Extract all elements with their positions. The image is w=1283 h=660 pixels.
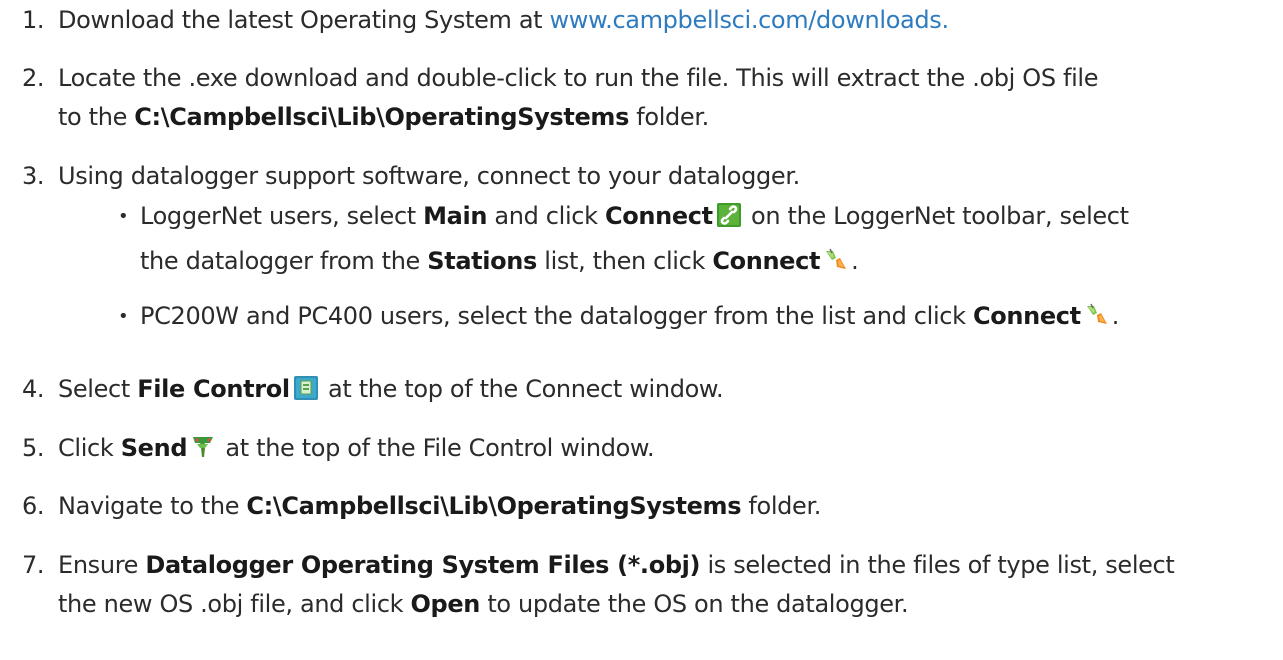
step-number: 4. xyxy=(22,375,45,403)
connect-label: Connect xyxy=(972,302,1081,330)
step-number: 3. xyxy=(22,162,45,190)
downloads-link[interactable]: www.campbellsci.com/downloads. xyxy=(550,6,950,34)
step-3-bullet-pc200w: • PC200W and PC400 users, select the data… xyxy=(118,294,1268,339)
step-number: 7. xyxy=(22,551,45,579)
folder-path: C:\Campbellsci\Lib\OperatingSystems xyxy=(134,103,630,131)
step-text: folder. xyxy=(741,492,822,520)
step-text: folder. xyxy=(629,103,709,131)
bullet-text: . xyxy=(851,247,859,275)
step-text: Select xyxy=(58,375,138,403)
step-text: Using datalogger support software, conne… xyxy=(58,162,800,190)
step-text: to the xyxy=(58,103,135,131)
step-text: Ensure xyxy=(58,551,146,579)
step-5: 5. Click Send at the top of the File Cont… xyxy=(22,429,1267,468)
step-text: the new OS .obj file, and click xyxy=(58,590,411,618)
step-text: Navigate to the xyxy=(58,492,247,520)
step-text: is selected in the files of type list, s… xyxy=(700,551,1175,579)
send-label: Send xyxy=(120,434,188,462)
step-continuation: to the C:\Campbellsci\Lib\OperatingSyste… xyxy=(22,98,1267,137)
send-icon xyxy=(191,435,215,459)
bullet-text: list, then click xyxy=(536,247,713,275)
bullet-icon: • xyxy=(118,306,129,327)
bullet-text: . xyxy=(1111,302,1120,330)
file-control-label: File Control xyxy=(137,375,290,403)
bullet-text: the datalogger from the xyxy=(140,247,428,275)
bullet-text: PC200W and PC400 users, select the datal… xyxy=(140,302,973,330)
step-3: 3. Using datalogger support software, con… xyxy=(22,157,1267,196)
bullet-continuation: the datalogger from the Stations list, t… xyxy=(118,239,1268,283)
open-label: Open xyxy=(410,590,481,618)
step-number: 2. xyxy=(22,64,45,92)
step-7: 7. Ensure Datalogger Operating System Fil… xyxy=(22,546,1267,624)
file-control-icon xyxy=(293,376,318,400)
bullet-text: on the LoggerNet toolbar, select xyxy=(743,202,1129,230)
menu-main: Main xyxy=(423,202,488,230)
step-text: to update the OS on the datalogger. xyxy=(480,590,909,618)
file-type-label: Datalogger Operating System Files (*.obj… xyxy=(145,551,701,579)
chain-link-icon xyxy=(716,203,741,227)
step-text: Click xyxy=(58,434,121,462)
stations-label: Stations xyxy=(427,247,537,275)
bullet-text: LoggerNet users, select xyxy=(140,202,424,230)
folder-path: C:\Campbellsci\Lib\OperatingSystems xyxy=(246,492,742,520)
step-1: 1. Download the latest Operating System a… xyxy=(22,1,1267,40)
step-continuation: the new OS .obj file, and click Open to … xyxy=(22,585,1267,624)
connect-plug-icon xyxy=(1085,303,1109,327)
step-4: 4. Select File Control at the top of the … xyxy=(22,370,1267,409)
bullet-icon: • xyxy=(118,206,129,227)
step-2: 2. Locate the .exe download and double-cl… xyxy=(22,59,1267,137)
step-number: 5. xyxy=(22,434,45,462)
connect-plug-icon xyxy=(824,248,848,272)
connect-label: Connect xyxy=(712,247,821,275)
connect-label: Connect xyxy=(604,202,713,230)
step-text: Locate the .exe download and double-clic… xyxy=(58,64,1099,92)
step-text: at the top of the Connect window. xyxy=(320,375,724,403)
bullet-text: and click xyxy=(487,202,605,230)
step-number: 6. xyxy=(22,492,45,520)
step-text: at the top of the File Control window. xyxy=(218,434,655,462)
step-3-bullet-loggernet: • LoggerNet users, select Main and click … xyxy=(118,194,1268,283)
step-text: Download the latest Operating System at xyxy=(58,6,550,34)
step-6: 6. Navigate to the C:\Campbellsci\Lib\Ope… xyxy=(22,487,1267,526)
step-number: 1. xyxy=(22,6,45,34)
